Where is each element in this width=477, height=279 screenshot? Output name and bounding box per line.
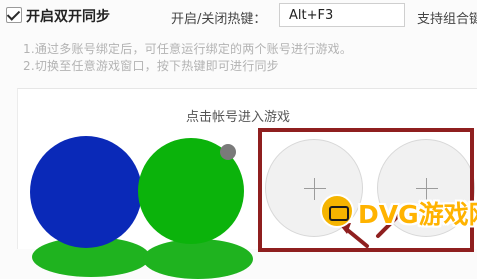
watermark-text: DVG游戏网 — [358, 200, 477, 229]
sync-checkbox[interactable] — [6, 7, 22, 23]
check-icon — [6, 7, 21, 21]
hint-line-1: 1.通过多账号绑定后，可任意运行绑定的两个账号进行游戏。 — [23, 42, 353, 56]
panel-title: 点击帐号进入游戏 — [186, 110, 291, 125]
sync-label[interactable]: 开启双开同步 — [26, 6, 110, 26]
gamepad-icon — [320, 194, 354, 228]
combo-key-label: 支持组合键 — [417, 12, 477, 27]
highlight-box — [258, 128, 474, 252]
hotkey-input[interactable]: Alt+F3 — [279, 3, 405, 27]
account-avatar-1[interactable] — [30, 136, 142, 248]
hotkey-label: 开启/关闭热键： — [171, 12, 267, 27]
avatar-row2-2[interactable] — [143, 239, 253, 279]
top-bar: 开启双开同步 开启/关闭热键： Alt+F3 支持组合键 — [0, 0, 477, 34]
hint-line-2: 2.切换至任意游戏窗口，按下热键即可进行同步 — [23, 59, 279, 73]
remove-account-icon[interactable] — [220, 144, 236, 160]
